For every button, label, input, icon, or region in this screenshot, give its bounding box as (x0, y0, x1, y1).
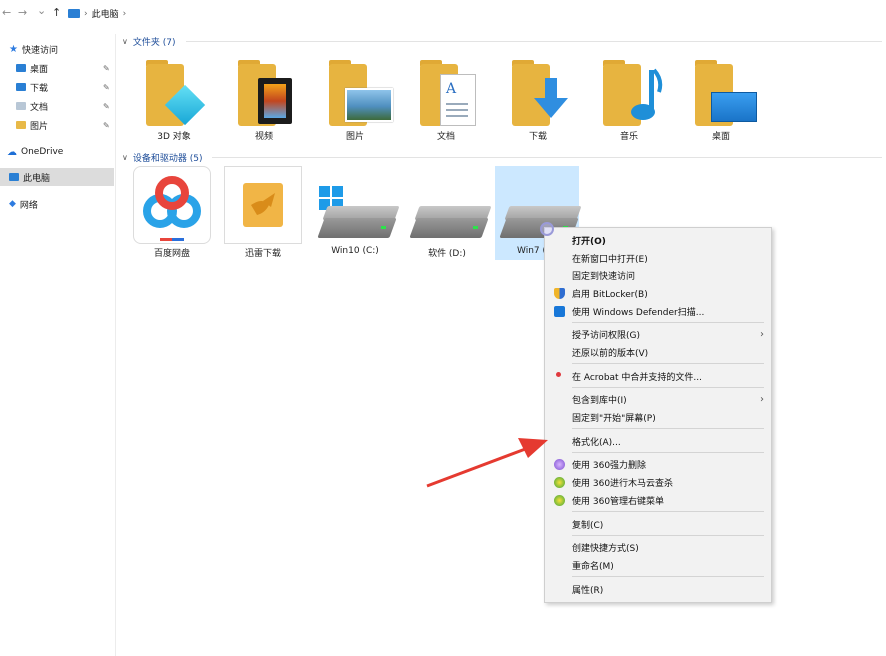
red-arrow-annotation (426, 438, 548, 488)
cursor-icon (540, 222, 554, 236)
